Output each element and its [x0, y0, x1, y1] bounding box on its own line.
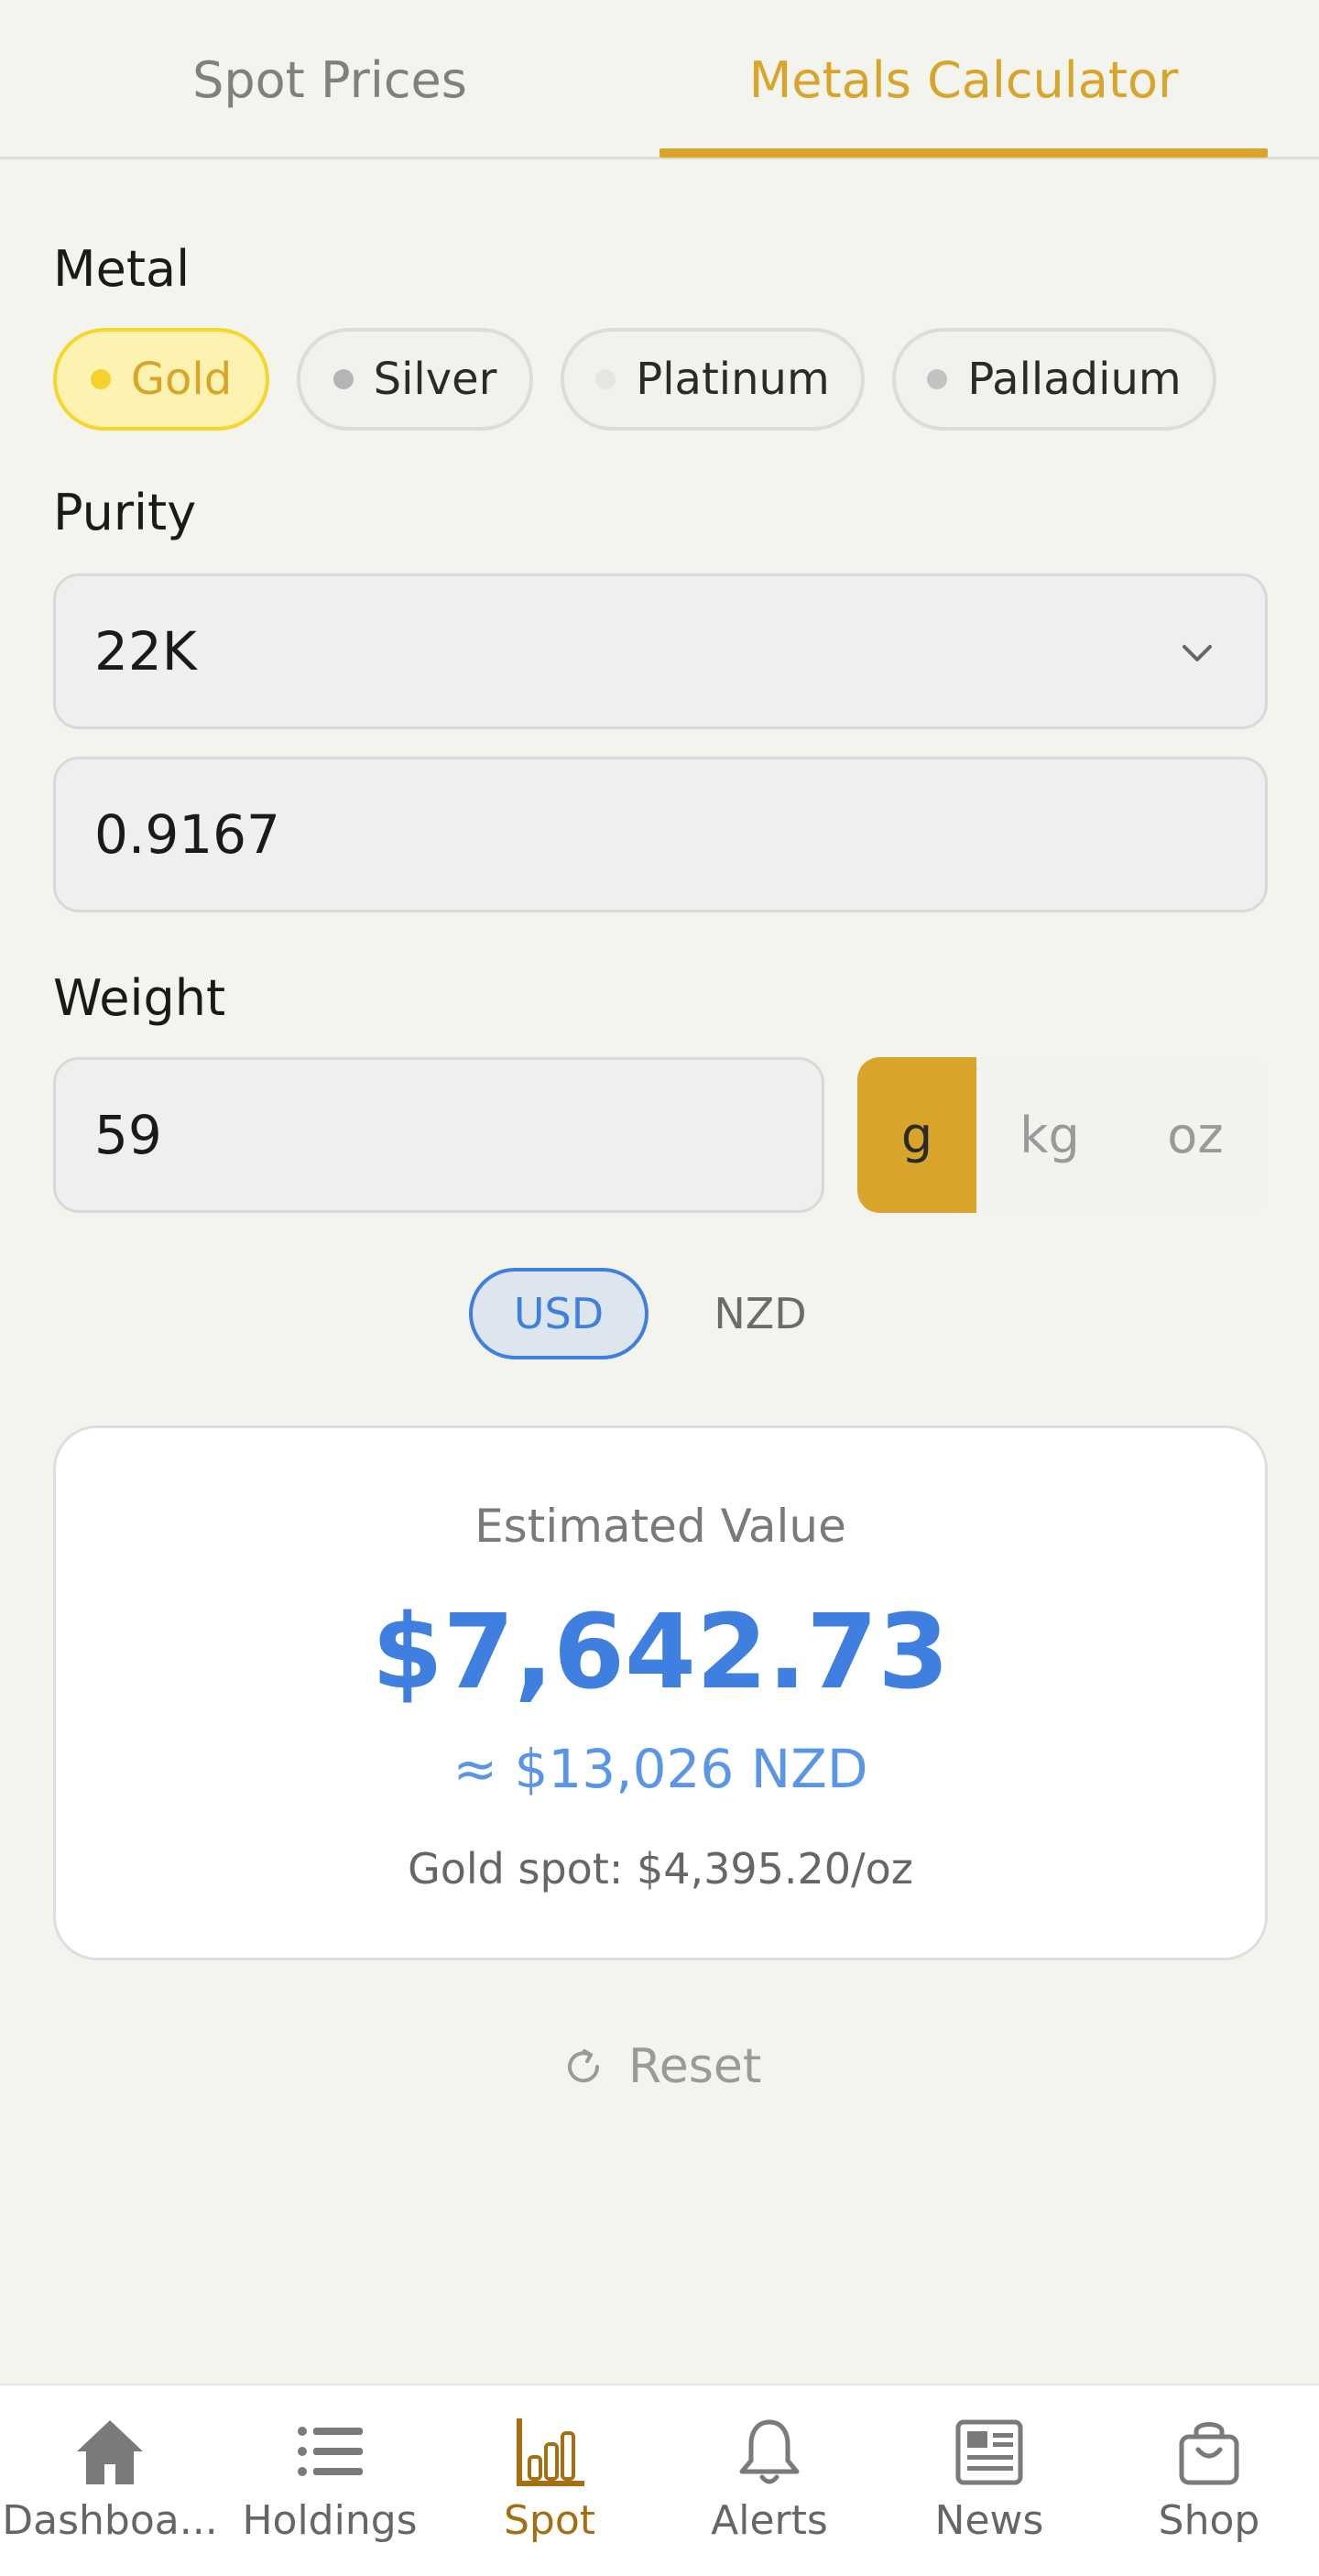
- unit-kg-button[interactable]: kg: [976, 1057, 1123, 1213]
- nav-label: Holdings: [242, 2497, 418, 2544]
- tab-metals-calculator[interactable]: Metals Calculator: [660, 0, 1268, 159]
- metal-chip-gold[interactable]: Gold: [53, 328, 269, 431]
- metal-chip-label: Platinum: [636, 354, 830, 405]
- purity-fineness-value: 0.9167: [94, 803, 280, 866]
- newspaper-icon: [955, 2419, 1023, 2485]
- converted-value: ≈ $13,026 NZD: [452, 1738, 868, 1800]
- purity-select[interactable]: 22K: [53, 573, 1268, 729]
- metal-label: Metal: [53, 240, 191, 298]
- metal-chip-silver[interactable]: Silver: [297, 328, 533, 431]
- nav-label: Alerts: [711, 2497, 828, 2544]
- top-tabs: Spot Prices Metals Calculator: [0, 0, 1319, 159]
- nav-item-holdings[interactable]: Holdings: [220, 2385, 440, 2576]
- nav-label: News: [934, 2497, 1044, 2544]
- estimated-value-card: Estimated Value $7,642.73 ≈ $13,026 NZD …: [53, 1425, 1268, 1960]
- currency-nzd-button[interactable]: NZD: [696, 1268, 824, 1359]
- currency-usd-button[interactable]: USD: [469, 1268, 649, 1359]
- list-icon: [298, 2427, 363, 2476]
- nav-item-spot[interactable]: Spot: [440, 2385, 660, 2576]
- purity-selected-value: 22K: [94, 620, 197, 682]
- platinum-dot-icon: [595, 369, 616, 389]
- metal-chip-label: Palladium: [967, 354, 1182, 405]
- unit-oz-button[interactable]: oz: [1123, 1057, 1268, 1213]
- nav-label: Spot: [503, 2497, 596, 2544]
- metal-chip-label: Gold: [130, 354, 233, 405]
- nav-label: Dashboa...: [2, 2497, 218, 2544]
- weight-input[interactable]: 59: [53, 1057, 824, 1213]
- palladium-dot-icon: [927, 369, 948, 389]
- refresh-icon: [568, 2049, 600, 2083]
- purity-label: Purity: [53, 484, 197, 541]
- weight-unit-selector: g kg oz: [857, 1057, 1268, 1213]
- spot-price-note: Gold spot: $4,395.20/oz: [408, 1844, 913, 1894]
- bar-chart-icon: [517, 2418, 584, 2486]
- nav-item-dashboard[interactable]: Dashboa...: [0, 2385, 220, 2576]
- metal-chip-palladium[interactable]: Palladium: [892, 328, 1216, 431]
- estimated-value-title: Estimated Value: [474, 1500, 846, 1553]
- nav-label: Shop: [1158, 2497, 1260, 2544]
- weight-value: 59: [94, 1104, 162, 1166]
- estimated-value-amount: $7,642.73: [371, 1593, 950, 1712]
- metals-calculator-screen: Spot Prices Metals Calculator Metal Gold…: [0, 0, 1319, 2576]
- home-icon: [77, 2420, 143, 2484]
- purity-fineness-field[interactable]: 0.9167: [53, 757, 1268, 912]
- unit-g-button[interactable]: g: [857, 1057, 976, 1213]
- metal-chip-label: Silver: [373, 354, 497, 405]
- weight-label: Weight: [53, 969, 226, 1027]
- bottom-nav: Dashboa... Holdings Spot Alerts News Sho…: [0, 2384, 1319, 2576]
- shopping-bag-icon: [1179, 2422, 1239, 2485]
- silver-dot-icon: [332, 369, 354, 389]
- tab-spot-prices[interactable]: Spot Prices: [0, 0, 660, 159]
- gold-dot-icon: [90, 369, 111, 389]
- reset-label: Reset: [628, 2039, 762, 2094]
- active-tab-indicator: [660, 148, 1268, 158]
- nav-item-shop[interactable]: Shop: [1099, 2385, 1319, 2576]
- bell-icon: [739, 2419, 800, 2484]
- chevron-down-icon: [1183, 645, 1212, 661]
- nav-item-news[interactable]: News: [879, 2385, 1099, 2576]
- metal-chip-platinum[interactable]: Platinum: [561, 328, 865, 431]
- reset-button[interactable]: Reset: [561, 2030, 762, 2103]
- nav-item-alerts[interactable]: Alerts: [660, 2385, 879, 2576]
